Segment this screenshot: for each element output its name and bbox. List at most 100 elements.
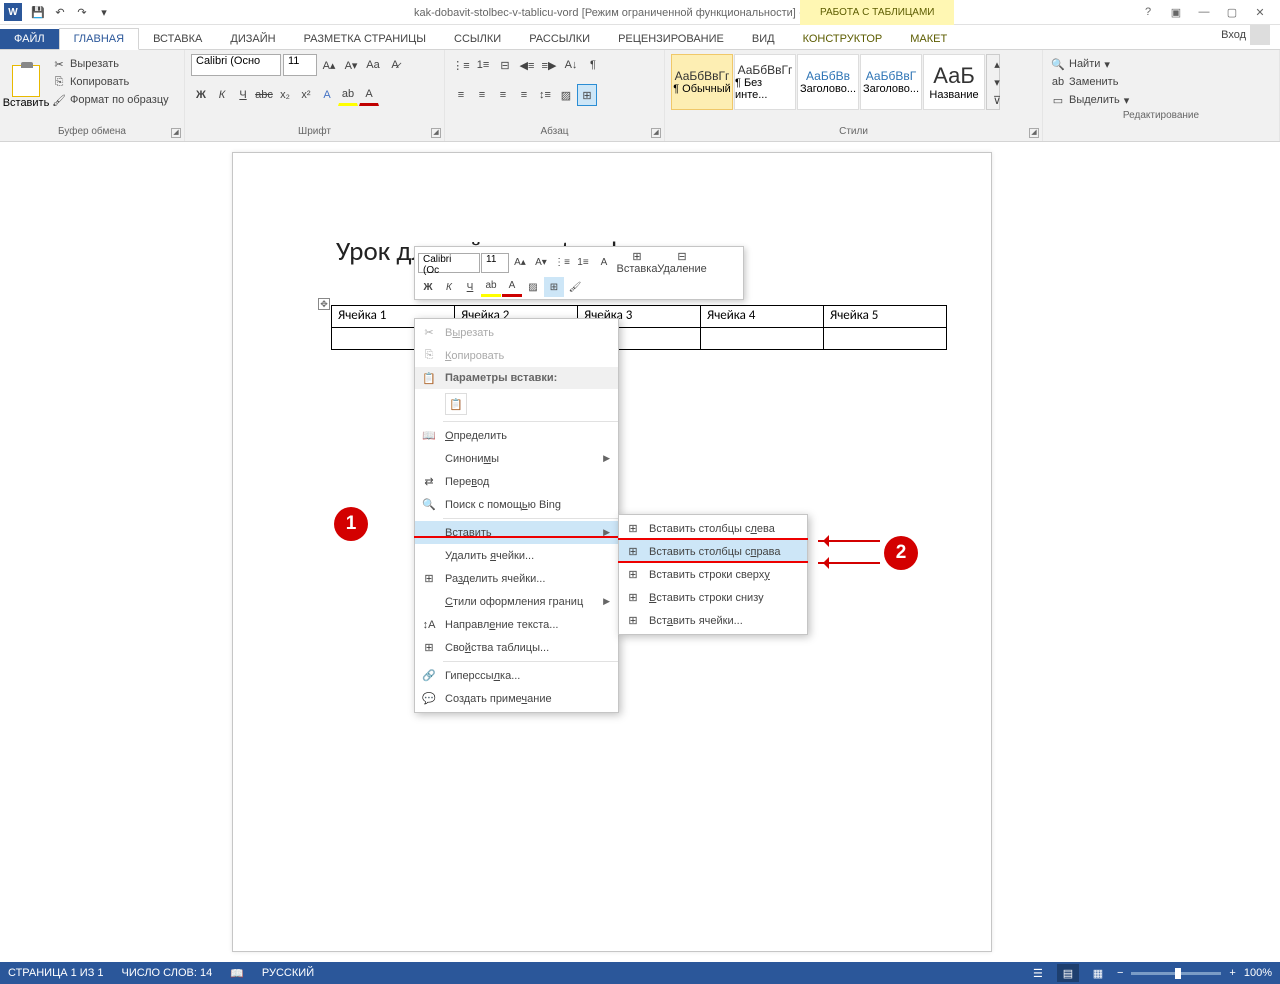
italic-button[interactable]: К	[212, 84, 232, 106]
table-move-handle[interactable]: ✥	[318, 298, 330, 310]
sm-rows-above[interactable]: ⊞Вставить строки сверху	[619, 563, 807, 586]
sm-insert-cells[interactable]: ⊞Вставить ячейки...	[619, 609, 807, 632]
subscript-button[interactable]: x₂	[275, 84, 295, 106]
tab-mailings[interactable]: РАССЫЛКИ	[515, 29, 604, 49]
cm-insert[interactable]: Вставить▶	[415, 521, 618, 544]
mini-shading-button[interactable]: ▨	[523, 277, 543, 297]
decrease-indent-icon[interactable]: ◀≡	[517, 54, 537, 76]
style-no-spacing[interactable]: АаБбВвГг¶ Без инте...	[734, 54, 796, 110]
cm-translate[interactable]: ⇄Перевод	[415, 470, 618, 493]
mini-font-size[interactable]: 11	[481, 253, 509, 273]
tab-file[interactable]: ФАЙЛ	[0, 29, 59, 49]
sm-rows-below[interactable]: ⊞Вставить строки снизу	[619, 586, 807, 609]
align-right-icon[interactable]: ≡	[493, 84, 513, 106]
styles-gallery[interactable]: АаБбВвГг¶ Обычный АаБбВвГг¶ Без инте... …	[671, 54, 1000, 120]
redo-icon[interactable]: ↷	[72, 2, 92, 22]
mini-underline-button[interactable]: Ч	[460, 277, 480, 297]
mini-borders-button[interactable]: ⊞	[544, 277, 564, 297]
maximize-icon[interactable]: ▢	[1222, 2, 1242, 22]
language-indicator[interactable]: РУССКИЙ	[262, 967, 314, 979]
undo-icon[interactable]: ↶	[50, 2, 70, 22]
cm-cut[interactable]: ✂Вырезать	[415, 321, 618, 344]
tab-insert[interactable]: ВСТАВКА	[139, 29, 216, 49]
multilevel-list-icon[interactable]: ⊟	[495, 54, 515, 76]
tab-home[interactable]: ГЛАВНАЯ	[59, 28, 139, 50]
table-cell[interactable]	[824, 328, 947, 350]
font-name-select[interactable]: Calibri (Осно	[191, 54, 281, 76]
mini-font-color-button[interactable]: A	[502, 277, 522, 297]
zoom-in-icon[interactable]: +	[1229, 967, 1235, 979]
mini-highlight-button[interactable]: ab	[481, 277, 501, 297]
help-icon[interactable]: ?	[1138, 2, 1158, 22]
tab-review[interactable]: РЕЦЕНЗИРОВАНИЕ	[604, 29, 738, 49]
align-center-icon[interactable]: ≡	[472, 84, 492, 106]
cm-define[interactable]: 📖Определить	[415, 424, 618, 447]
cm-border-styles[interactable]: Стили оформления границ▶	[415, 590, 618, 613]
close-icon[interactable]: ✕	[1250, 2, 1270, 22]
cm-bing-search[interactable]: 🔍Поиск с помощью Bing	[415, 493, 618, 516]
text-effects-button[interactable]: A	[317, 84, 337, 106]
superscript-button[interactable]: x²	[296, 84, 316, 106]
align-left-icon[interactable]: ≡	[451, 84, 471, 106]
numbering-icon[interactable]: 1≡	[473, 54, 493, 76]
page-indicator[interactable]: СТРАНИЦА 1 ИЗ 1	[8, 967, 104, 979]
mini-bullets-icon[interactable]: ⋮≡	[552, 253, 572, 273]
font-size-select[interactable]: 11	[283, 54, 317, 76]
style-normal[interactable]: АаБбВвГг¶ Обычный	[671, 54, 733, 110]
cm-synonyms[interactable]: Синонимы▶	[415, 447, 618, 470]
underline-button[interactable]: Ч	[233, 84, 253, 106]
find-button[interactable]: 🔍Найти ▾	[1049, 56, 1273, 72]
clear-formatting-icon[interactable]: A̷	[385, 54, 405, 76]
tab-table-layout[interactable]: МАКЕТ	[896, 29, 961, 49]
zoom-slider[interactable]	[1131, 972, 1221, 975]
strikethrough-button[interactable]: abc	[254, 84, 274, 106]
font-color-button[interactable]: A	[359, 84, 379, 106]
table-cell[interactable]	[701, 328, 824, 350]
mini-format-painter-icon[interactable]: 🖌	[565, 277, 585, 297]
cut-button[interactable]: ✂Вырезать	[50, 56, 171, 72]
paste-button[interactable]: Вставить	[6, 54, 46, 120]
mini-grow-font-icon[interactable]: A▴	[510, 253, 530, 273]
cm-new-comment[interactable]: 💬Создать примечание	[415, 687, 618, 710]
zoom-out-icon[interactable]: −	[1117, 967, 1123, 979]
zoom-thumb[interactable]	[1175, 968, 1181, 979]
mini-font-name[interactable]: Calibri (Ос	[418, 253, 480, 273]
tab-design[interactable]: ДИЗАЙН	[216, 29, 289, 49]
sm-cols-left[interactable]: ⊞Вставить столбцы слева	[619, 517, 807, 540]
select-button[interactable]: ▭Выделить ▾	[1049, 92, 1273, 108]
qat-customize-icon[interactable]: ▾	[94, 2, 114, 22]
mini-delete-button[interactable]: ⊟Удаление	[660, 250, 704, 275]
table-cell[interactable]: Ячейка 5	[824, 306, 947, 328]
mini-italic-button[interactable]: К	[439, 277, 459, 297]
cm-paste-option[interactable]: 📋	[415, 389, 618, 419]
cm-copy[interactable]: ⎘Копировать	[415, 344, 618, 367]
spellcheck-icon[interactable]: 📖	[230, 967, 244, 980]
cm-hyperlink[interactable]: 🔗Гиперссылка...	[415, 664, 618, 687]
grow-font-icon[interactable]: A▴	[319, 54, 339, 76]
cm-text-direction[interactable]: ↕AНаправление текста...	[415, 613, 618, 636]
justify-icon[interactable]: ≡	[514, 84, 534, 106]
mini-insert-button[interactable]: ⊞Вставка	[615, 250, 659, 275]
highlight-button[interactable]: ab	[338, 84, 358, 106]
print-layout-icon[interactable]: ▤	[1057, 964, 1079, 982]
styles-expand-icon[interactable]: ⊽	[987, 91, 1007, 109]
sort-icon[interactable]: A↓	[561, 54, 581, 76]
table-cell[interactable]: Ячейка 4	[701, 306, 824, 328]
style-heading1[interactable]: АаБбВвЗаголово...	[797, 54, 859, 110]
sign-in[interactable]: Вход	[1211, 21, 1280, 49]
mini-shrink-font-icon[interactable]: A▾	[531, 253, 551, 273]
tab-table-design[interactable]: КОНСТРУКТОР	[789, 29, 897, 49]
cm-split-cells[interactable]: ⊞Разделить ячейки...	[415, 567, 618, 590]
shading-icon[interactable]: ▨	[556, 84, 576, 106]
tab-view[interactable]: ВИД	[738, 29, 789, 49]
clipboard-dialog-launcher[interactable]: ◢	[171, 128, 181, 138]
bullets-icon[interactable]: ⋮≡	[451, 54, 471, 76]
paragraph-dialog-launcher[interactable]: ◢	[651, 128, 661, 138]
ribbon-display-icon[interactable]: ▣	[1166, 2, 1186, 22]
show-marks-icon[interactable]: ¶	[583, 54, 603, 76]
style-title[interactable]: АаБНазвание	[923, 54, 985, 110]
increase-indent-icon[interactable]: ≡▶	[539, 54, 559, 76]
save-icon[interactable]: 💾	[28, 2, 48, 22]
zoom-level[interactable]: 100%	[1244, 967, 1272, 979]
shrink-font-icon[interactable]: A▾	[341, 54, 361, 76]
